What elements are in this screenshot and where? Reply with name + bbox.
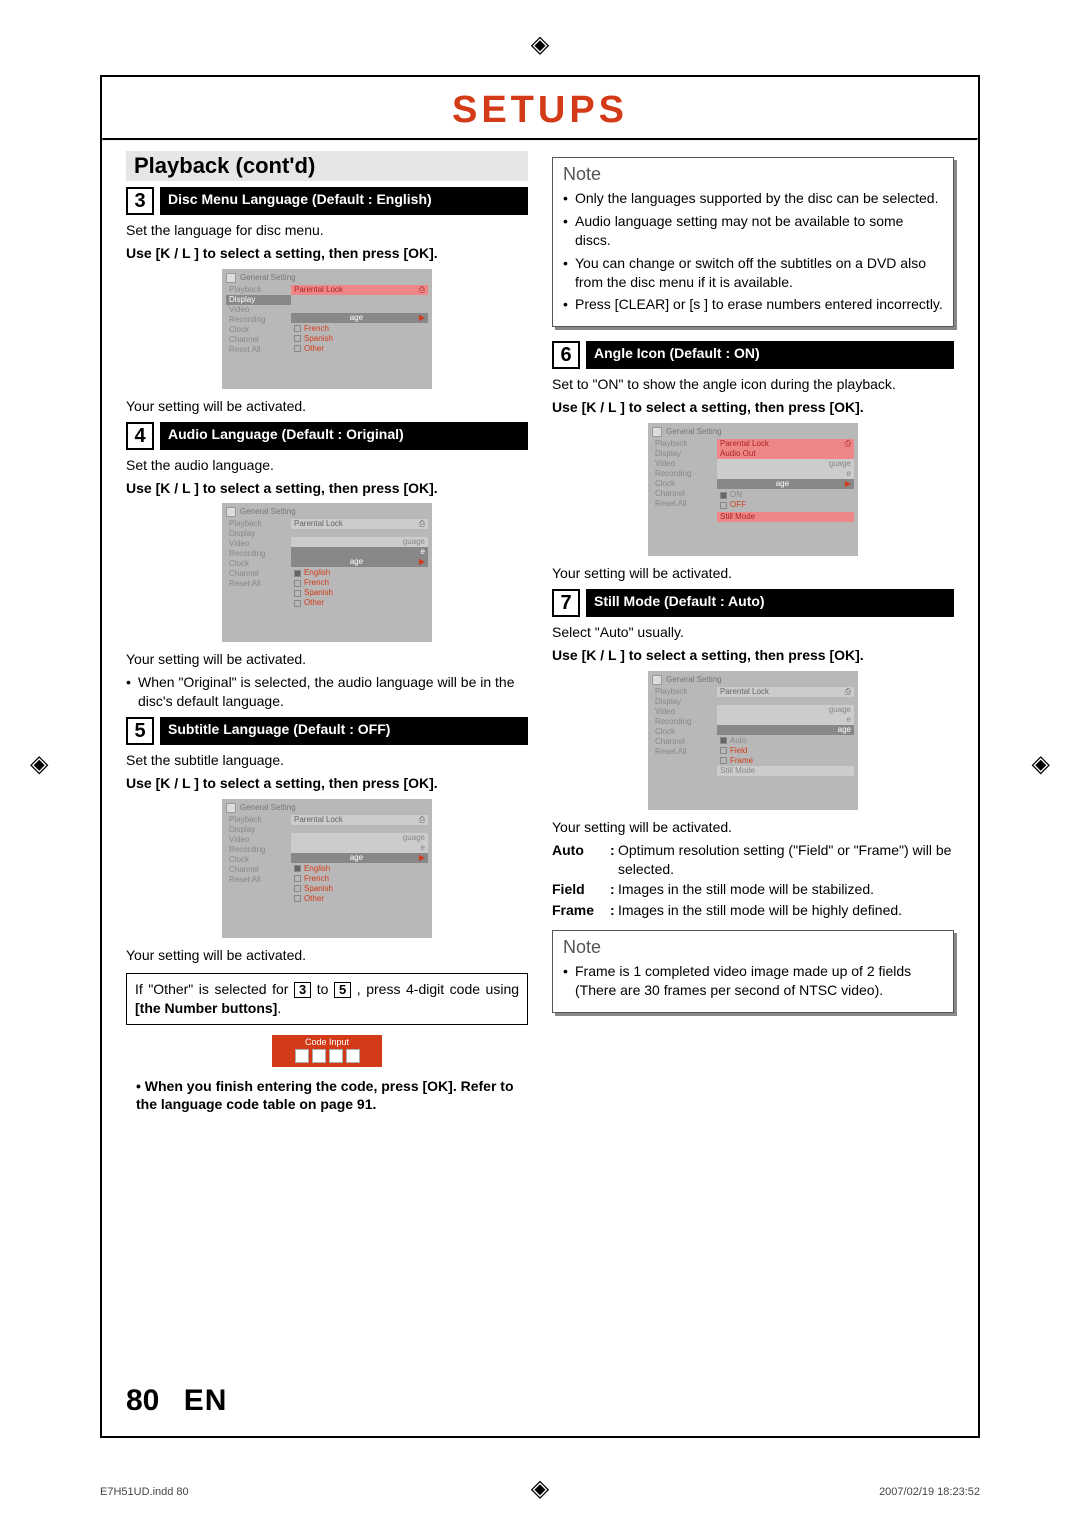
step-6-header: 6 Angle Icon (Default : ON) [552,341,954,369]
note-box-bottom: Note Frame is 1 completed video image ma… [552,930,954,1013]
step-label: Disc Menu Language (Default : English) [160,187,528,215]
page-footer: 80 EN [126,1384,227,1418]
code-input-diagram: Code Input [126,1035,528,1067]
step-5-header: 5 Subtitle Language (Default : OFF) [126,717,528,745]
note-title: Note [563,164,943,185]
still-mode-definitions: Auto:Optimum resolution setting ("Field"… [552,841,954,921]
right-column: Note Only the languages supported by the… [552,151,954,1118]
registration-mark-right: ◈ [1032,750,1050,779]
step-label: Audio Language (Default : Original) [160,422,528,450]
step-3-header: 3 Disc Menu Language (Default : English) [126,187,528,215]
osd-6: General Setting Playback Display Video R… [552,423,954,556]
step-7-after: Your setting will be activated. [552,818,954,837]
page-number: 80 [126,1384,159,1417]
osd-4: General Setting Playback Display Video R… [126,503,528,642]
step-6-instruction: Use [K / L ] to select a setting, then p… [552,398,954,417]
registration-mark-top: ◈ [531,30,549,59]
step-number: 5 [126,717,154,745]
print-footer-left: E7H51UD.indd 80 [100,1486,189,1498]
step-label: Subtitle Language (Default : OFF) [160,717,528,745]
step-5-after: Your setting will be activated. [126,946,528,965]
page-lang: EN [184,1384,228,1417]
page-frame: SETUPS Playback (cont'd) 3 Disc Menu Lan… [100,75,980,1438]
step-7-intro: Select "Auto" usually. [552,623,954,642]
print-footer-right: 2007/02/19 18:23:52 [879,1486,980,1498]
step-number: 4 [126,422,154,450]
osd-7: General Setting Playback Display Video R… [552,671,954,810]
step-3-intro: Set the language for disc menu. [126,221,528,240]
step-6-after: Your setting will be activated. [552,564,954,583]
step-5-instruction: Use [K / L ] to select a setting, then p… [126,774,528,793]
step-label: Angle Icon (Default : ON) [586,341,954,369]
step-3-instruction: Use [K / L ] to select a setting, then p… [126,244,528,263]
step-7-header: 7 Still Mode (Default : Auto) [552,589,954,617]
step-7-instruction: Use [K / L ] to select a setting, then p… [552,646,954,665]
content-columns: Playback (cont'd) 3 Disc Menu Language (… [102,141,978,1118]
step-number: 6 [552,341,580,369]
step-6-intro: Set to "ON" to show the angle icon durin… [552,375,954,394]
other-code-hint: If "Other" is selected for 3 to 5 , pres… [126,973,528,1025]
registration-mark-bottom: ◈ [531,1474,549,1503]
step-label: Still Mode (Default : Auto) [586,589,954,617]
osd-3: General Setting Playback Display Video R… [126,269,528,389]
registration-mark-left: ◈ [30,750,48,779]
step-3-after: Your setting will be activated. [126,397,528,416]
step-5-intro: Set the subtitle language. [126,751,528,770]
step-4-header: 4 Audio Language (Default : Original) [126,422,528,450]
page-title: SETUPS [102,77,978,138]
step-4-intro: Set the audio language. [126,456,528,475]
section-title: Playback (cont'd) [126,151,528,181]
step-4-after: Your setting will be activated. [126,650,528,669]
code-after-text: • When you finish entering the code, pre… [136,1077,528,1115]
step-number: 7 [552,589,580,617]
osd-5: General Setting Playback Display Video R… [126,799,528,938]
note-box-top: Note Only the languages supported by the… [552,157,954,327]
step-4-instruction: Use [K / L ] to select a setting, then p… [126,479,528,498]
code-input-label: Code Input [278,1037,376,1047]
step-4-note: When "Original" is selected, the audio l… [126,673,528,711]
left-column: Playback (cont'd) 3 Disc Menu Language (… [126,151,528,1118]
note-title: Note [563,937,943,958]
step-number: 3 [126,187,154,215]
